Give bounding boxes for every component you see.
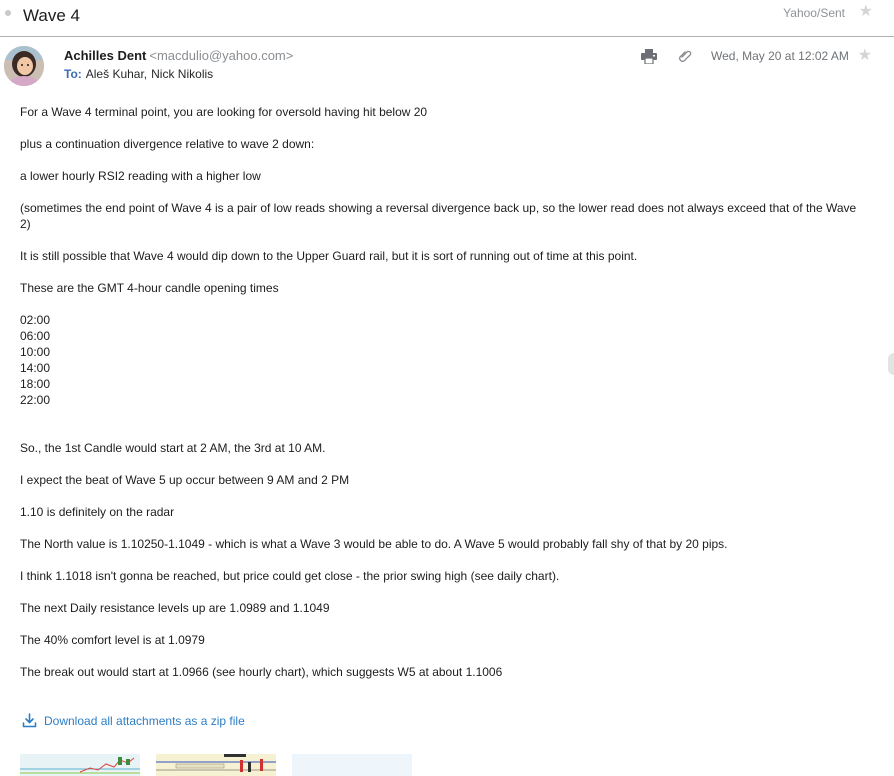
candle-time: 14:00	[20, 361, 51, 375]
candle-time: 18:00	[20, 377, 51, 391]
body-paragraph: I think 1.1018 isn't gonna be reached, b…	[20, 569, 560, 583]
body-paragraph: The next Daily resistance levels up are …	[20, 601, 330, 615]
candle-time: 22:00	[20, 393, 51, 407]
body-paragraph: The break out would start at 1.0966 (see…	[20, 665, 503, 679]
recipient[interactable]: Aleš Kuhar,	[86, 67, 147, 81]
message-body: For a Wave 4 terminal point, you are loo…	[20, 104, 870, 696]
sender[interactable]: Achilles Dent <macdulio@yahoo.com>	[64, 48, 293, 63]
download-all-label[interactable]: Download all attachments as a zip file	[44, 714, 245, 728]
body-paragraph: I expect the beat of Wave 5 up occur bet…	[20, 473, 350, 487]
star-icon[interactable]: ★	[859, 1, 873, 21]
body-paragraph: 1.10 is definitely on the radar	[20, 505, 175, 519]
paperclip-icon[interactable]	[678, 50, 692, 64]
subject-bar: Wave 4 Yahoo/Sent ★	[0, 0, 894, 37]
to-label: To:	[64, 67, 82, 81]
attachment-thumbnails	[20, 754, 428, 776]
attachment-thumbnail[interactable]	[156, 754, 276, 776]
unread-dot-icon[interactable]	[5, 10, 11, 16]
body-paragraph: (sometimes the end point of Wave 4 is a …	[20, 201, 857, 231]
scrollbar-handle[interactable]	[888, 353, 894, 375]
candle-time: 06:00	[20, 329, 51, 343]
candle-times-list: 02:00 06:00 10:00 14:00 18:00 22:00	[20, 312, 870, 408]
star-icon[interactable]: ★	[858, 45, 872, 65]
body-paragraph: These are the GMT 4-hour candle opening …	[20, 281, 279, 295]
download-icon	[22, 713, 37, 728]
body-paragraph: It is still possible that Wave 4 would d…	[20, 249, 638, 263]
body-paragraph: For a Wave 4 terminal point, you are loo…	[20, 105, 428, 119]
download-all-attachments-link[interactable]: Download all attachments as a zip file	[22, 713, 245, 728]
body-paragraph: The 40% comfort level is at 1.0979	[20, 633, 205, 647]
recipients-line: To: Aleš Kuhar, Nick Nikolis	[64, 67, 213, 81]
message-subject: Wave 4	[23, 6, 81, 25]
print-icon[interactable]	[641, 49, 657, 64]
body-paragraph: plus a continuation divergence relative …	[20, 137, 315, 151]
body-paragraph: So., the 1st Candle would start at 2 AM,…	[20, 441, 326, 455]
folder-label[interactable]: Yahoo/Sent	[783, 6, 845, 20]
message-date: Wed, May 20 at 12:02 AM	[711, 49, 849, 63]
sender-email[interactable]: <macdulio@yahoo.com>	[149, 48, 293, 63]
recipient[interactable]: Nick Nikolis	[151, 67, 213, 81]
body-paragraph: a lower hourly RSI2 reading with a highe…	[20, 169, 261, 183]
candle-time: 10:00	[20, 345, 51, 359]
candle-time: 02:00	[20, 313, 51, 327]
attachment-thumbnail[interactable]	[292, 754, 412, 776]
avatar[interactable]	[4, 46, 44, 86]
attachment-thumbnail[interactable]	[20, 754, 140, 776]
sender-name[interactable]: Achilles Dent	[64, 48, 146, 63]
body-paragraph: The North value is 1.10250-1.1049 - whic…	[20, 537, 728, 551]
